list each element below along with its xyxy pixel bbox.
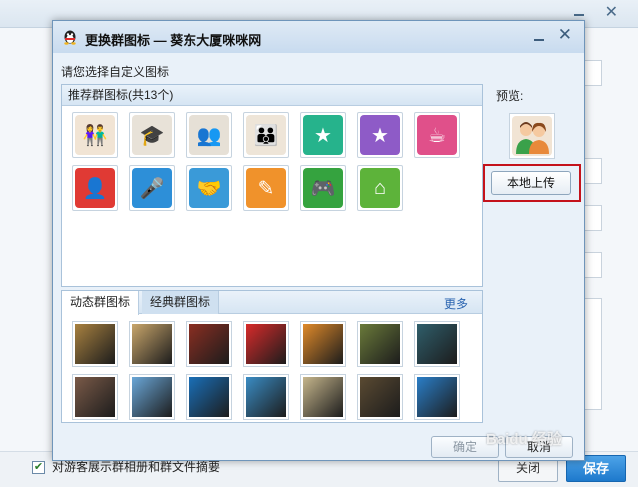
coffee-cup-icon: ☕ [417, 115, 457, 155]
recommended-icon-option[interactable]: 👫 [72, 112, 118, 158]
dynamic-icon-option[interactable] [186, 374, 232, 420]
recommended-icon-option[interactable]: 👪 [243, 112, 289, 158]
pocket-watch-photo-icon [360, 377, 400, 417]
dynamic-icon-option[interactable] [186, 321, 232, 367]
dynamic-icon-option[interactable] [72, 321, 118, 367]
pencil-edit-icon: ✎ [246, 168, 286, 208]
sunset-palm-photo-icon [303, 324, 343, 364]
change-group-icon-dialog: 更换群图标 — 葵东大厦咪咪网 ✕ 请您选择自定义图标 推荐群图标(共13个) … [52, 20, 585, 461]
red-car-photo-icon [189, 324, 229, 364]
cyclist-photo-icon [417, 377, 457, 417]
dynamic-icon-option[interactable] [414, 374, 460, 420]
close-icon[interactable]: ✕ [605, 2, 618, 22]
more-link[interactable]: 更多 [444, 295, 468, 312]
icon-tabbar: 动态群图标 经典群图标 更多 [62, 291, 482, 315]
tab-classic-icons[interactable]: 经典群图标 [142, 291, 220, 314]
dynamic-icon-option[interactable] [357, 321, 403, 367]
microphone-icon: 🎤 [132, 168, 172, 208]
tab-dynamic-icons[interactable]: 动态群图标 [62, 291, 140, 315]
gamepad-icon: 🎮 [303, 168, 343, 208]
parent-field [582, 60, 602, 86]
recommended-icon-option[interactable]: 🎤 [129, 165, 175, 211]
dynamic-icons-panel: 动态群图标 经典群图标 更多 [61, 290, 483, 423]
recommended-icon-option[interactable]: ★ [357, 112, 403, 158]
recommended-icon-option[interactable]: 🤝 [186, 165, 232, 211]
baidu-watermark: Baidu 经验 [486, 431, 562, 448]
people-family-icon: 👪 [246, 115, 286, 155]
dynamic-icon-option[interactable] [357, 374, 403, 420]
close-icon[interactable]: ✕ [558, 25, 572, 45]
recommended-icon-option[interactable]: 👤 [72, 165, 118, 211]
currency-photo-icon [417, 324, 457, 364]
shopping-bag-icon: ★ [360, 115, 400, 155]
car-photo-icon [132, 324, 172, 364]
signpost-photo-icon [303, 377, 343, 417]
instruction-text: 请您选择自定义图标 [61, 65, 170, 79]
contacts-icon: 👤 [75, 168, 115, 208]
show-album-checkbox[interactable]: ✔ [32, 461, 45, 474]
handshake-photo-icon [360, 324, 400, 364]
dynamic-icon-option[interactable] [129, 321, 175, 367]
preview-label: 预览: [496, 89, 524, 103]
recommended-icon-option[interactable]: 🎓 [129, 112, 175, 158]
recommended-icon-option[interactable]: 👥 [186, 112, 232, 158]
parent-textarea[interactable] [582, 298, 602, 410]
dynamic-icon-option[interactable] [243, 374, 289, 420]
dynamic-icon-option[interactable] [414, 321, 460, 367]
recommended-icon-option[interactable]: 🎮 [300, 165, 346, 211]
parent-field[interactable] [582, 252, 602, 278]
dynamic-icon-option[interactable] [129, 374, 175, 420]
recommended-icons-panel: 推荐群图标(共13个) 👫 🎓 👥 👪 ★ ★ ☕ 👤 🎤 🤝 ✎ 🎮 ⌂ [61, 84, 483, 287]
dynamic-icon-option[interactable] [72, 374, 118, 420]
minimize-icon[interactable] [572, 6, 586, 20]
minimize-icon[interactable] [532, 29, 546, 43]
preview-image [509, 113, 555, 159]
qq-penguin-icon [64, 30, 76, 45]
badge-star-icon: ★ [303, 115, 343, 155]
golfer-photo-icon [75, 324, 115, 364]
globe-tree-photo-icon [246, 377, 286, 417]
dialog-titlebar: 更换群图标 — 葵东大厦咪咪网 ✕ [53, 21, 584, 53]
local-upload-button[interactable]: 本地上传 [491, 171, 571, 195]
handshake-icon: 🤝 [189, 168, 229, 208]
recommended-icon-option[interactable]: ★ [300, 112, 346, 158]
dynamic-icon-option[interactable] [300, 374, 346, 420]
dynamic-icon-option[interactable] [300, 321, 346, 367]
dialog-title: 更换群图标 — 葵东大厦咪咪网 [85, 33, 262, 48]
parent-field[interactable] [582, 158, 602, 184]
recommended-icon-option[interactable]: ⌂ [357, 165, 403, 211]
hands-coins-photo-icon [75, 377, 115, 417]
people-trio-icon: 👥 [189, 115, 229, 155]
recommended-icon-option[interactable]: ✎ [243, 165, 289, 211]
recommended-icons-header: 推荐群图标(共13个) [62, 85, 482, 106]
recommended-icon-option[interactable]: ☕ [414, 112, 460, 158]
graduates-icon: 🎓 [132, 115, 172, 155]
people-couple-icon [512, 116, 552, 156]
beach-photo-icon [132, 377, 172, 417]
people-couple-icon: 👫 [75, 115, 115, 155]
home-icon: ⌂ [360, 168, 400, 208]
dynamic-icon-option[interactable] [243, 321, 289, 367]
parent-field[interactable] [582, 205, 602, 231]
blue-curtain-photo-icon [189, 377, 229, 417]
red-heart-photo-icon [246, 324, 286, 364]
